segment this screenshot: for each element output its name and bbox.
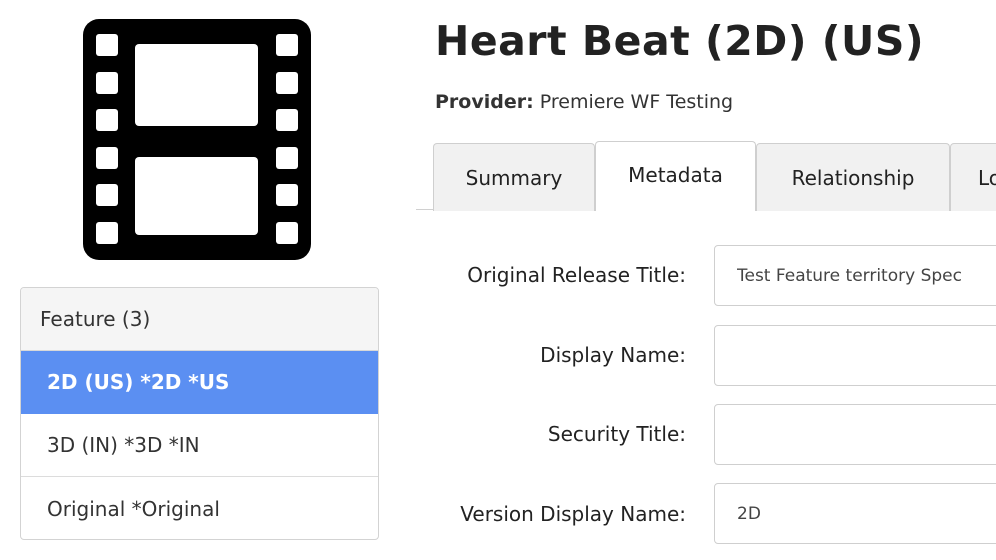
- display-name-input[interactable]: [714, 325, 996, 386]
- provider-value: Premiere WF Testing: [539, 91, 734, 113]
- variant-item-original[interactable]: Original *Original: [21, 477, 378, 539]
- tab-summary[interactable]: Summary: [433, 143, 595, 211]
- original-release-title-input[interactable]: [714, 245, 996, 306]
- security-title-label: Security Title:: [547, 422, 686, 446]
- security-title-input[interactable]: [714, 404, 996, 465]
- version-display-name-input[interactable]: [714, 483, 996, 544]
- provider-label: Provider:: [435, 91, 534, 113]
- film-strip-icon: [83, 19, 311, 260]
- tab-metadata[interactable]: Metadata: [595, 141, 756, 211]
- version-display-name-label: Version Display Name:: [460, 502, 686, 526]
- variant-list: Feature (3) 2D (US) *2D *US 3D (IN) *3D …: [20, 287, 379, 540]
- variant-item-2d-us[interactable]: 2D (US) *2D *US: [21, 351, 378, 414]
- variant-list-header: Feature (3): [21, 288, 378, 351]
- tab-lo[interactable]: Lo: [950, 143, 996, 211]
- display-name-label: Display Name:: [540, 343, 686, 367]
- page-title: Heart Beat (2D) (US): [435, 17, 925, 65]
- tab-relationship[interactable]: Relationship: [756, 143, 950, 211]
- variant-item-3d-in[interactable]: 3D (IN) *3D *IN: [21, 414, 378, 477]
- provider-info: Provider: Premiere WF Testing: [435, 91, 733, 113]
- original-release-title-label: Original Release Title:: [467, 263, 686, 287]
